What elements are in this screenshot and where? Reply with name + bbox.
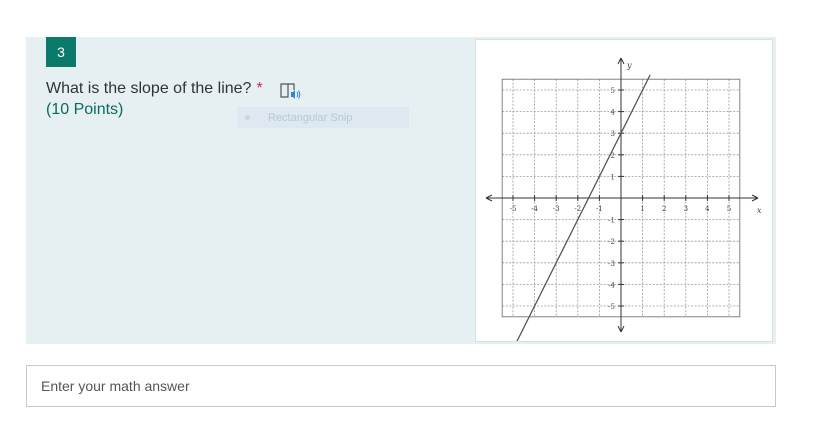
x-tick-label: 1 (640, 205, 644, 213)
x-tick-label: 4 (705, 205, 710, 213)
question-text: What is the slope of the line? (46, 80, 252, 97)
y-tick-label: -4 (608, 281, 615, 289)
x-tick-label: -4 (531, 205, 538, 213)
graph-image: -5 -4 -3 -2 -1 1 2 3 4 5 5 4 3 2 1 -1 -2 -3 -4 -5 x y (475, 39, 773, 342)
x-tick-label: -1 (596, 205, 603, 213)
y-tick-label: 3 (611, 130, 615, 138)
y-tick-label: 1 (611, 173, 615, 181)
snip-label: Rectangular Snip (268, 111, 353, 124)
y-tick-label: -3 (608, 260, 615, 268)
x-tick-label: -2 (574, 205, 581, 213)
y-tick-label: -2 (608, 238, 615, 246)
x-axis-label: x (757, 206, 762, 215)
y-tick-label: -5 (608, 303, 615, 311)
x-tick-label: 5 (727, 205, 731, 213)
y-tick-label: 4 (611, 109, 616, 117)
y-tick-label: 5 (611, 87, 615, 95)
rectangular-snip-overlay: Rectangular Snip (237, 107, 409, 128)
math-answer-input[interactable] (26, 365, 776, 407)
x-tick-label: -3 (553, 205, 560, 213)
question-number-badge: 3 (46, 37, 76, 67)
required-asterisk: * (256, 80, 263, 97)
snip-icon (245, 115, 250, 120)
y-axis-label: y (626, 61, 632, 70)
question-points: (10 Points) (46, 101, 124, 118)
x-tick-label: -5 (510, 205, 517, 213)
coordinate-graph: -5 -4 -3 -2 -1 1 2 3 4 554321-1-2-3-4-5xy (485, 57, 762, 341)
question-title-row: What is the slope of the line? * (46, 79, 301, 99)
question-card: 3 What is the slope of the line? * (10 P… (26, 37, 776, 344)
immersive-reader-icon[interactable] (279, 81, 301, 101)
x-tick-label: 3 (684, 205, 688, 213)
y-tick-label: -1 (608, 217, 615, 225)
x-tick-label: 2 (662, 205, 666, 213)
